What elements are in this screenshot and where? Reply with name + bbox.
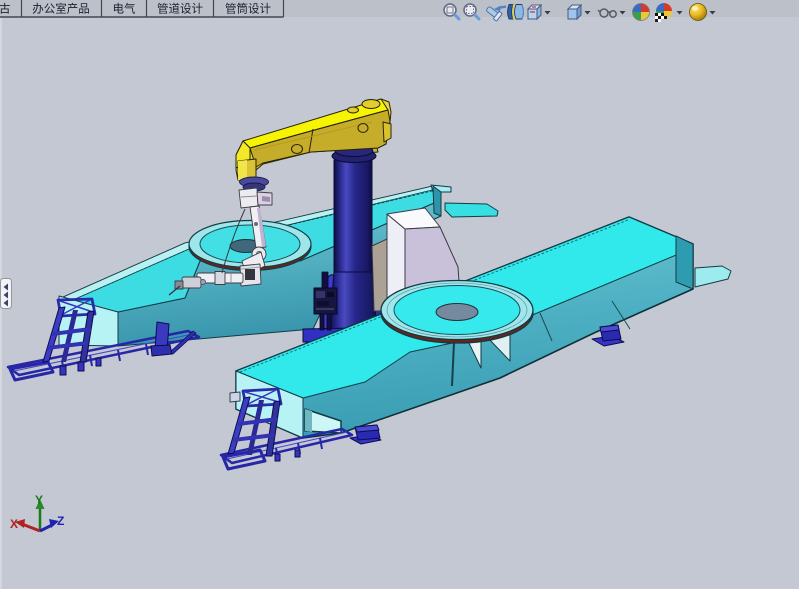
svg-text:Y: Y xyxy=(35,493,43,507)
svg-text:办公室产品: 办公室产品 xyxy=(32,2,90,16)
svg-text:Z: Z xyxy=(57,514,64,528)
svg-text:电气: 电气 xyxy=(113,2,136,16)
svg-text:管道设计: 管道设计 xyxy=(157,2,203,16)
svg-text:管筒设计: 管筒设计 xyxy=(225,2,271,16)
svg-text:X: X xyxy=(10,517,18,531)
svg-text:古: 古 xyxy=(0,2,11,16)
